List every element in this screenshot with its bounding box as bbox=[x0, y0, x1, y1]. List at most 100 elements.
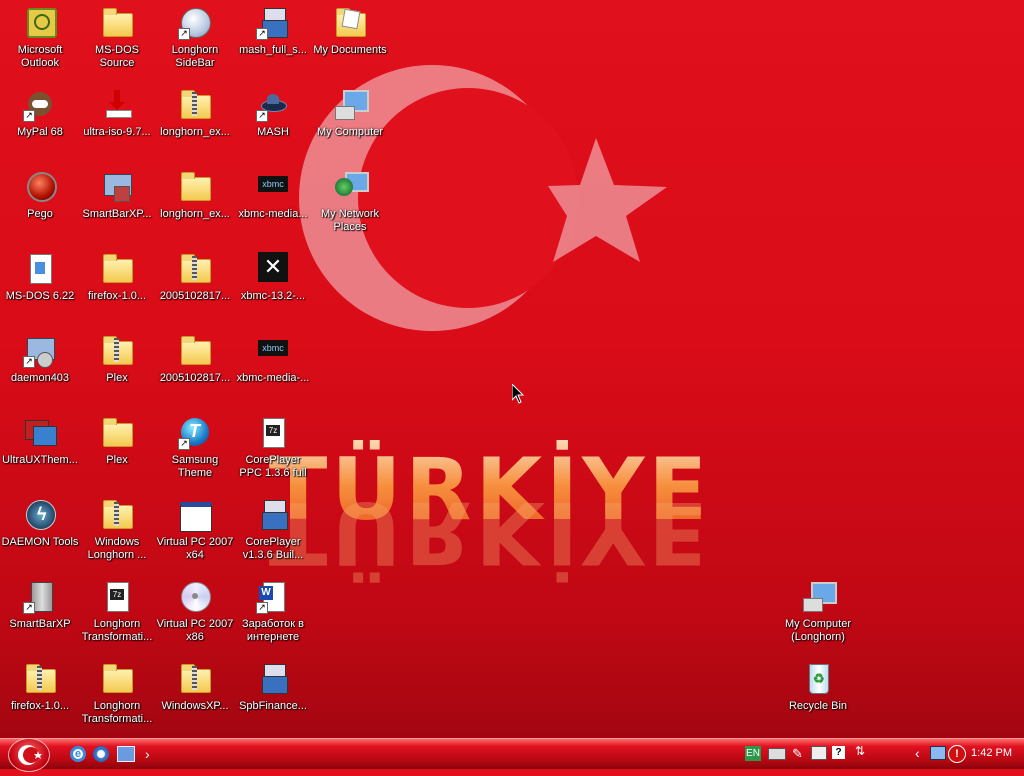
folder-icon bbox=[100, 6, 134, 40]
document-icon bbox=[23, 252, 57, 286]
zip-folder-icon bbox=[100, 334, 134, 368]
show-hidden-icons-button[interactable]: ‹ bbox=[915, 746, 920, 761]
icon-label: MASH bbox=[257, 126, 289, 138]
desktop-icon-my-network-places[interactable]: My Network Places bbox=[310, 168, 390, 246]
installer-icon bbox=[256, 498, 290, 532]
smartbar-icon: ↗ bbox=[23, 580, 57, 614]
desktop-icon-longhorn-sidebar[interactable]: ↗ Longhorn SideBar bbox=[155, 4, 235, 82]
desktop-icon-xbmc-media-1[interactable]: xbmc xbmc-media... bbox=[233, 168, 313, 246]
icon-label: WindowsXP... bbox=[161, 700, 229, 712]
installer-icon: ↗ bbox=[256, 6, 290, 40]
start-button[interactable] bbox=[8, 738, 50, 772]
desktop-icon-longhorn-transform-folder[interactable]: Longhorn Transformati... bbox=[77, 660, 157, 738]
antivirus-icon[interactable]: ! bbox=[948, 745, 966, 763]
zip-folder-icon bbox=[178, 88, 212, 122]
desktop-icon-daemon403[interactable]: ↗ daemon403 bbox=[0, 332, 80, 410]
desktop-icon-ultrauxtheme[interactable]: UltraUXThem... bbox=[0, 414, 80, 492]
icon-label: MyPal 68 bbox=[17, 126, 63, 138]
internet-explorer-icon[interactable]: e bbox=[70, 746, 86, 762]
desktop-icon-xbmc-13[interactable]: ✕ xbmc-13.2-... bbox=[233, 250, 313, 328]
desktop-icon-coreplayer-ppc[interactable]: 7z CorePlayer PPC 1.3.6 full bbox=[233, 414, 313, 492]
display-icon[interactable] bbox=[811, 746, 827, 760]
icon-label: xbmc-media... bbox=[238, 208, 308, 220]
desktop-icon-2005-folder[interactable]: 2005102817... bbox=[155, 332, 235, 410]
installer-icon bbox=[256, 662, 290, 696]
icon-label: My Computer (Longhorn) bbox=[784, 618, 852, 643]
folder-icon bbox=[100, 662, 134, 696]
icon-label: longhorn_ex... bbox=[160, 208, 230, 220]
desktop-icon-virtualpc-x64[interactable]: Virtual PC 2007 x64 bbox=[155, 496, 235, 574]
clock[interactable]: 1:42 PM bbox=[971, 747, 1012, 759]
desktop-icon-coreplayer-build[interactable]: CorePlayer v1.3.6 Buil... bbox=[233, 496, 313, 574]
desktop-icon-windows-longhorn[interactable]: Windows Longhorn ... bbox=[77, 496, 157, 574]
folder-icon bbox=[100, 416, 134, 450]
desktop-icon-virtualpc-x86[interactable]: Virtual PC 2007 x86 bbox=[155, 578, 235, 656]
icon-label: SmartBarXP bbox=[9, 618, 71, 630]
help-icon[interactable]: ? bbox=[832, 746, 845, 759]
desktop-icon-firefox-folder[interactable]: firefox-1.0... bbox=[77, 250, 157, 328]
language-indicator[interactable]: EN bbox=[745, 746, 761, 761]
icon-label: firefox-1.0... bbox=[10, 700, 70, 712]
samsung-theme-icon: T ↗ bbox=[178, 416, 212, 450]
desktop-icon-smartbarxp[interactable]: ↗ SmartBarXP bbox=[0, 578, 80, 656]
desktop-icon-mash[interactable]: ↗ MASH bbox=[233, 86, 313, 164]
desktop-icon-windowsxp-zip[interactable]: WindowsXP... bbox=[155, 660, 235, 738]
desktop-icon-outlook[interactable]: Microsoft Outlook bbox=[0, 4, 80, 82]
desktop-icon-recycle-bin[interactable]: ♻ Recycle Bin bbox=[778, 660, 858, 738]
word-doc-icon: W ↗ bbox=[256, 580, 290, 614]
desktop-icon-spbfinance[interactable]: SpbFinance... bbox=[233, 660, 313, 738]
quick-launch-chevron[interactable]: › bbox=[145, 746, 161, 762]
7z-icon: 7z bbox=[100, 580, 134, 614]
network-status-icon[interactable]: ⇅ bbox=[855, 745, 867, 761]
icon-label: Windows Longhorn ... bbox=[87, 536, 147, 561]
desktop-icon-longhorn-transform-7z[interactable]: 7z Longhorn Transformati... bbox=[77, 578, 157, 656]
icon-label: Virtual PC 2007 x86 bbox=[156, 618, 234, 643]
recycle-bin-icon: ♻ bbox=[801, 662, 835, 696]
desktop-icon-my-computer[interactable]: My Computer bbox=[310, 86, 390, 164]
zip-folder-icon bbox=[23, 662, 57, 696]
desktop-icon-longhorn-ex-zip[interactable]: longhorn_ex... bbox=[155, 86, 235, 164]
desktop-icon-ultraiso[interactable]: ultra-iso-9.7... bbox=[77, 86, 157, 164]
window-icon bbox=[178, 498, 212, 532]
desktop-icon-smartbarxp-setup[interactable]: SmartBarXP... bbox=[77, 168, 157, 246]
folder-icon bbox=[100, 252, 134, 286]
zip-folder-icon bbox=[178, 252, 212, 286]
icon-label: Pego bbox=[27, 208, 53, 220]
desktop-icon-daemon-tools[interactable]: ϟ DAEMON Tools bbox=[0, 496, 80, 574]
pego-icon bbox=[23, 170, 57, 204]
desktop-icon-pego[interactable]: Pego bbox=[0, 168, 80, 246]
icon-label: Samsung Theme bbox=[171, 454, 219, 479]
setup-icon: ↗ bbox=[23, 334, 57, 368]
desktop-icon-my-documents[interactable]: My Documents bbox=[310, 4, 390, 82]
desktop-icon-msdos622[interactable]: MS-DOS 6.22 bbox=[0, 250, 80, 328]
desktop-icon-my-computer-longhorn[interactable]: My Computer (Longhorn) bbox=[778, 578, 858, 656]
desktop-icon-2005-zip[interactable]: 2005102817... bbox=[155, 250, 235, 328]
desktop-icon-msdos-source[interactable]: MS-DOS Source bbox=[77, 4, 157, 82]
show-desktop-icon[interactable] bbox=[117, 746, 135, 762]
pen-icon[interactable]: ✎ bbox=[792, 746, 806, 761]
icon-label: Longhorn Transformati... bbox=[81, 618, 153, 643]
icon-label: ultra-iso-9.7... bbox=[83, 126, 151, 138]
icon-label: longhorn_ex... bbox=[160, 126, 230, 138]
icon-label: 2005102817... bbox=[159, 372, 231, 384]
icon-label: My Network Places bbox=[320, 208, 380, 233]
desktop-icon-xbmc-media-2[interactable]: xbmc xbmc-media-... bbox=[233, 332, 313, 410]
desktop-icon-zarabotok[interactable]: W ↗ Заработок в интернете bbox=[233, 578, 313, 656]
sidebar-icon: ↗ bbox=[178, 6, 212, 40]
outlook-icon bbox=[23, 6, 57, 40]
xbmc-x-icon: ✕ bbox=[256, 252, 290, 286]
zip-folder-icon bbox=[178, 662, 212, 696]
desktop-icon-mash-full[interactable]: ↗ mash_full_s... bbox=[233, 4, 313, 82]
desktop-icon-samsung-theme[interactable]: T ↗ Samsung Theme bbox=[155, 414, 235, 492]
icon-label: Plex bbox=[106, 454, 128, 466]
desktop-icon-plex-zip[interactable]: Plex bbox=[77, 332, 157, 410]
icon-label: Заработок в интернете bbox=[242, 618, 304, 643]
desktop-icon-firefox-zip[interactable]: firefox-1.0... bbox=[0, 660, 80, 738]
computer-tray-icon[interactable] bbox=[930, 746, 946, 760]
desktop-icon-longhorn-ex-folder[interactable]: longhorn_ex... bbox=[155, 168, 235, 246]
7z-icon: 7z bbox=[256, 416, 290, 450]
windows-explorer-icon[interactable] bbox=[93, 746, 109, 762]
keyboard-icon[interactable] bbox=[768, 748, 786, 760]
desktop-icon-plex-folder[interactable]: Plex bbox=[77, 414, 157, 492]
desktop-icon-mypal[interactable]: ↗ MyPal 68 bbox=[0, 86, 80, 164]
